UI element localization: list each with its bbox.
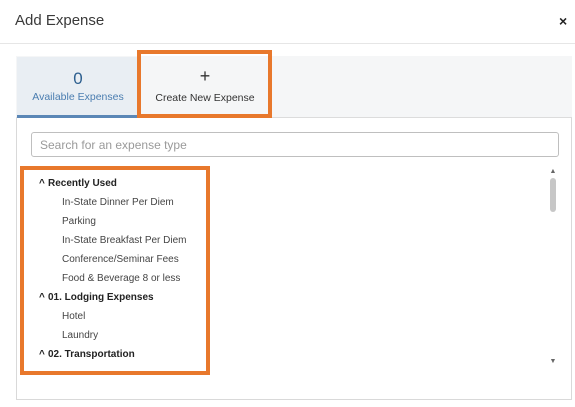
available-expenses-label: Available Expenses: [32, 91, 124, 103]
expense-type-item[interactable]: Hotel: [62, 311, 85, 322]
expense-group-label: 02. Transportation: [48, 349, 135, 360]
list-scrollbar[interactable]: ▲ ▼: [548, 168, 558, 368]
available-expenses-count: 0: [73, 69, 83, 88]
expense-type-item[interactable]: Conference/Seminar Fees: [62, 254, 179, 265]
collapse-caret-icon: ^: [39, 178, 45, 189]
plus-icon: +: [199, 66, 211, 86]
expense-group-header[interactable]: ^ Recently Used: [39, 178, 117, 189]
header-divider: [0, 43, 575, 44]
expense-type-item[interactable]: In-State Breakfast Per Diem: [62, 235, 187, 246]
expense-type-item[interactable]: In-State Dinner Per Diem: [62, 197, 174, 208]
expense-type-item[interactable]: Food & Beverage 8 or less: [62, 273, 180, 284]
expense-type-search-input[interactable]: [31, 132, 559, 157]
tab-create-new-expense[interactable]: + Create New Expense: [140, 57, 270, 117]
scroll-up-arrow-icon[interactable]: ▲: [549, 168, 557, 176]
expense-group-header[interactable]: ^ 02. Transportation: [39, 349, 135, 360]
scroll-down-arrow-icon[interactable]: ▼: [549, 358, 557, 366]
expense-group-header[interactable]: ^ 01. Lodging Expenses: [39, 292, 154, 303]
expense-group-label: Recently Used: [48, 178, 117, 189]
expense-group-label: 01. Lodging Expenses: [48, 292, 154, 303]
add-expense-dialog: Add Expense × 0 Available Expenses + Cre…: [0, 0, 575, 407]
dialog-title: Add Expense: [15, 12, 105, 29]
collapse-caret-icon: ^: [39, 349, 45, 360]
expense-type-list: ^ Recently Used In-State Dinner Per Diem …: [31, 168, 559, 368]
expense-type-item[interactable]: Parking: [62, 216, 96, 227]
create-new-expense-label: Create New Expense: [155, 92, 255, 104]
expense-type-item[interactable]: Laundry: [62, 330, 98, 341]
tab-available-expenses[interactable]: 0 Available Expenses: [17, 57, 139, 118]
scroll-thumb[interactable]: [550, 178, 556, 212]
collapse-caret-icon: ^: [39, 292, 45, 303]
close-icon[interactable]: ×: [559, 14, 567, 28]
